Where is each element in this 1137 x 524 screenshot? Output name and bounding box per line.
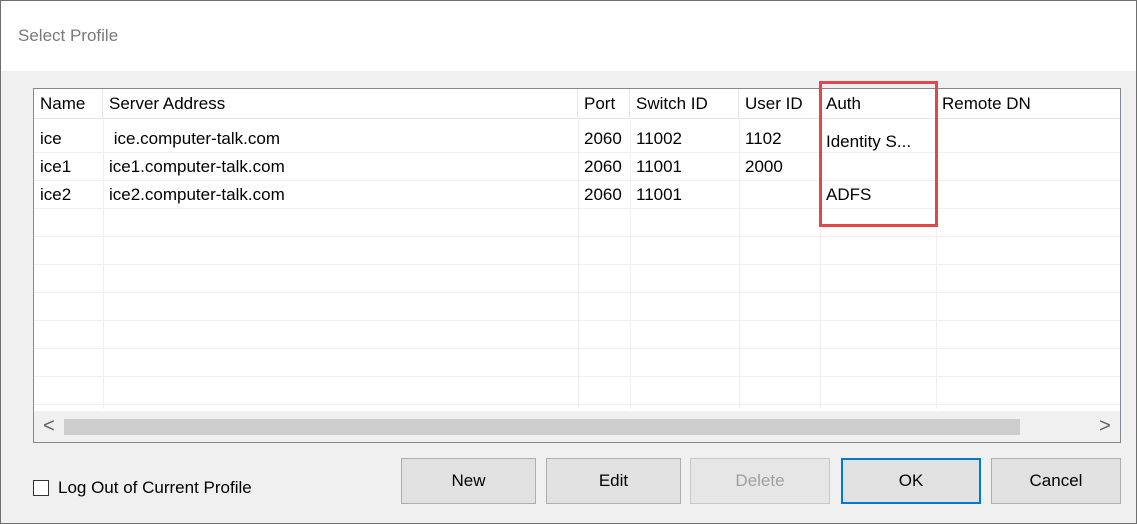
cell-auth bbox=[820, 153, 936, 181]
cell-remote-dn bbox=[936, 125, 1120, 153]
cell-switch-id: 11001 bbox=[636, 185, 683, 204]
empty-row bbox=[34, 349, 1120, 377]
table-row[interactable]: ice2 ice2.computer-talk.com 2060 11001 A… bbox=[34, 181, 1120, 209]
cell-user-id bbox=[739, 181, 820, 209]
cell-port: 2060 bbox=[584, 129, 622, 148]
list-header: Name Server Address Port Switch ID User … bbox=[34, 89, 1120, 119]
scroll-left-icon[interactable]: < bbox=[34, 411, 64, 442]
column-header-switch-id[interactable]: Switch ID bbox=[630, 89, 739, 119]
table-row[interactable]: ice ice.computer-talk.com 2060 11002 110… bbox=[34, 125, 1120, 153]
cell-name: ice bbox=[40, 129, 62, 148]
empty-row bbox=[34, 265, 1120, 293]
logout-checkbox-label[interactable]: Log Out of Current Profile bbox=[58, 478, 252, 498]
cell-switch-id: 11001 bbox=[636, 157, 683, 176]
cell-remote-dn bbox=[936, 153, 1120, 181]
table-row[interactable]: ice1 ice1.computer-talk.com 2060 11001 2… bbox=[34, 153, 1120, 181]
cell-remote-dn bbox=[936, 181, 1120, 209]
column-header-user-id[interactable]: User ID bbox=[739, 89, 820, 119]
column-header-auth[interactable]: Auth bbox=[820, 89, 936, 119]
scroll-thumb[interactable] bbox=[64, 419, 1020, 435]
empty-row bbox=[34, 237, 1120, 265]
cell-server-address: ice2.computer-talk.com bbox=[109, 185, 285, 204]
ok-button[interactable]: OK bbox=[841, 458, 981, 504]
cell-port: 2060 bbox=[584, 185, 622, 204]
column-header-port[interactable]: Port bbox=[578, 89, 630, 119]
column-header-server-address[interactable]: Server Address bbox=[103, 89, 578, 119]
profile-list[interactable]: Name Server Address Port Switch ID User … bbox=[33, 88, 1121, 443]
empty-row bbox=[34, 209, 1120, 237]
new-button[interactable]: New bbox=[401, 458, 536, 504]
cell-server-address: ice1.computer-talk.com bbox=[109, 157, 285, 176]
empty-row bbox=[34, 321, 1120, 349]
column-header-remote-dn[interactable]: Remote DN bbox=[936, 89, 1120, 119]
horizontal-scrollbar[interactable]: < > bbox=[34, 411, 1120, 442]
cell-switch-id: 11002 bbox=[636, 129, 683, 148]
title-bar: Select Profile bbox=[1, 1, 1136, 71]
cell-auth: ADFS bbox=[826, 185, 872, 204]
select-profile-dialog: Select Profile Name Server Address Port … bbox=[0, 0, 1137, 524]
delete-button[interactable]: Delete bbox=[690, 458, 830, 504]
cell-auth: Identity S... bbox=[826, 132, 912, 151]
cell-name: ice1 bbox=[40, 157, 72, 176]
logout-checkbox-row[interactable]: Log Out of Current Profile bbox=[33, 477, 252, 499]
logout-checkbox[interactable] bbox=[33, 480, 49, 496]
scroll-right-icon[interactable]: > bbox=[1090, 411, 1120, 442]
cell-server-address: ice.computer-talk.com bbox=[109, 129, 280, 148]
dialog-title: Select Profile bbox=[18, 26, 119, 45]
edit-button[interactable]: Edit bbox=[546, 458, 681, 504]
cell-port: 2060 bbox=[584, 157, 622, 176]
cell-user-id: 2000 bbox=[745, 157, 783, 176]
empty-row bbox=[34, 377, 1120, 405]
cell-user-id: 1102 bbox=[745, 129, 782, 148]
column-header-name[interactable]: Name bbox=[34, 89, 103, 119]
empty-row bbox=[34, 293, 1120, 321]
cell-name: ice2 bbox=[40, 185, 72, 204]
cancel-button[interactable]: Cancel bbox=[991, 458, 1121, 504]
